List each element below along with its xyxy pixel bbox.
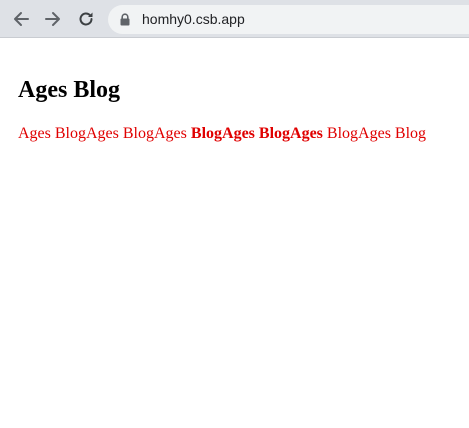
text-segment: Ages Blog [86, 125, 154, 142]
page-content: Ages Blog Ages BlogAges BlogAges BlogAge… [0, 38, 469, 428]
text-segment: Blog [190, 125, 223, 142]
reload-icon [79, 12, 93, 26]
lock-icon[interactable] [119, 13, 131, 26]
arrow-left-icon [14, 12, 29, 26]
forward-button[interactable] [41, 7, 65, 31]
text-segment: Ages Blog [18, 125, 86, 142]
address-bar[interactable]: homhy0.csb.app [108, 5, 469, 34]
page-title: Ages Blog [18, 77, 120, 103]
text-segment: Ages Blog [222, 125, 291, 142]
back-button[interactable] [9, 7, 33, 31]
text-segment: Blog [326, 125, 359, 142]
url-text[interactable]: homhy0.csb.app [142, 11, 245, 28]
arrow-right-icon [45, 12, 60, 26]
text-segment: Ages [154, 125, 191, 142]
blog-text-line: Ages BlogAges BlogAges BlogAges BlogAges… [18, 124, 426, 143]
browser-toolbar: homhy0.csb.app [0, 0, 469, 38]
text-segment: Ages Blog [358, 125, 427, 142]
text-segment: Ages [290, 125, 327, 142]
reload-button[interactable] [74, 7, 98, 31]
